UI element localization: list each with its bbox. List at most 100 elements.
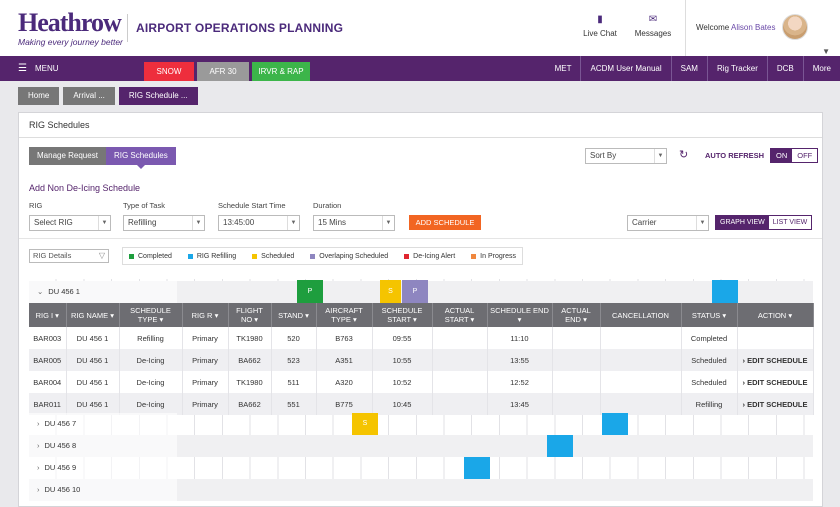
breadcrumb-home[interactable]: Home [18, 87, 60, 105]
user-menu[interactable]: Welcome Alison Bates ▼ [685, 0, 840, 56]
column-header[interactable]: SCHEDULE START ▾ [372, 303, 433, 327]
panel-title: RIG Schedules [19, 113, 822, 138]
breadcrumb-arrival[interactable]: Arrival ... [63, 87, 115, 105]
list-view-button[interactable]: LIST VIEW [768, 216, 812, 229]
scheduled-block[interactable]: S [352, 413, 378, 435]
completed-block[interactable]: P [297, 280, 323, 303]
column-header[interactable]: ACTION ▾ [737, 303, 814, 327]
cell-sched-start: 10:52 [372, 371, 433, 393]
table-row[interactable]: BAR003 DU 456 1 Refilling Primary TK1980… [29, 327, 814, 349]
alert-tab-irvr[interactable]: IRVR & RAP [252, 62, 310, 81]
nav-link-dcb[interactable]: DCB [766, 56, 803, 81]
sort-arrow-icon[interactable]: ▾ [351, 315, 357, 324]
nav-link-acdm-manual[interactable]: ACDM User Manual [580, 56, 670, 81]
duration-select[interactable]: 15 Mins ▼ [313, 215, 395, 231]
live-chat-button[interactable]: ▮ Live Chat [575, 14, 625, 38]
envelope-icon: ✉ [648, 14, 658, 25]
nav-link-more[interactable]: More [802, 56, 840, 81]
toggle-on[interactable]: ON [771, 149, 793, 162]
sort-arrow-icon[interactable]: ▾ [518, 315, 522, 324]
rig-details-filter[interactable]: RIG Details ▽ [29, 249, 109, 263]
rig-group-row[interactable]: › DU 456 8 [29, 435, 813, 457]
column-header[interactable]: ACTUAL START ▾ [432, 303, 488, 327]
rig-group-row[interactable]: › DU 456 9 [29, 457, 813, 479]
view-toggle: GRAPH VIEW LIST VIEW [715, 215, 813, 230]
menu-button[interactable]: ☰ MENU [18, 56, 59, 81]
task-select[interactable]: Refilling ▼ [123, 215, 205, 231]
scheduled-block[interactable]: S [380, 280, 401, 303]
refilling-block[interactable] [547, 435, 573, 457]
column-header[interactable]: SCHEDULE TYPE ▾ [119, 303, 183, 327]
column-header[interactable]: SCHEDULE END ▾ [487, 303, 553, 327]
column-header[interactable]: RIG I ▾ [29, 303, 67, 327]
chevron-right-icon: › [37, 485, 40, 494]
refilling-block[interactable] [712, 280, 738, 303]
rig-details-label: RIG Details [33, 251, 72, 260]
live-chat-label: Live Chat [583, 29, 617, 38]
rig-group-label[interactable]: › DU 456 8 [29, 435, 177, 457]
column-header[interactable]: CANCELLATION [600, 303, 682, 327]
sort-arrow-icon[interactable]: ▾ [212, 311, 219, 320]
refilling-block[interactable] [602, 413, 628, 435]
edit-schedule-link[interactable]: › EDIT SCHEDULE [737, 393, 814, 415]
toggle-off[interactable]: OFF [792, 149, 818, 162]
rig-group-label[interactable]: › DU 456 10 [29, 479, 177, 501]
rig-group-name: DU 456 10 [44, 485, 81, 494]
auto-refresh-toggle[interactable]: ON OFF [770, 148, 819, 163]
tab-manage-request[interactable]: Manage Request [29, 147, 106, 165]
rig-group-label[interactable]: › DU 456 7 [29, 413, 177, 435]
alert-tab-afr[interactable]: AFR 30 [197, 62, 249, 81]
cell-type: Refilling [119, 327, 183, 349]
sort-arrow-icon[interactable]: ▾ [411, 315, 417, 324]
breadcrumb-rig-schedule[interactable]: RIG Schedule ... [118, 87, 198, 105]
sort-arrow-icon[interactable]: ▾ [720, 311, 726, 320]
heathrow-logo[interactable]: Heathrow [18, 8, 122, 38]
column-header[interactable]: RIG NAME ▾ [66, 303, 120, 327]
cell-actual-start [432, 349, 488, 371]
add-schedule-button[interactable]: ADD SCHEDULE [409, 215, 481, 230]
chevron-down-icon: ▼ [654, 149, 666, 163]
edit-schedule-link[interactable]: › EDIT SCHEDULE [737, 349, 814, 371]
messages-button[interactable]: ✉ Messages [628, 14, 678, 38]
sort-arrow-icon[interactable]: ▾ [786, 311, 792, 320]
column-header[interactable]: AIRCRAFT TYPE ▾ [316, 303, 373, 327]
carrier-select[interactable]: Carrier ▼ [627, 215, 709, 231]
column-header[interactable]: FLIGHT NO ▾ [228, 303, 272, 327]
nav-link-sam[interactable]: SAM [670, 56, 707, 81]
sort-arrow-icon[interactable]: ▾ [252, 315, 258, 324]
sort-arrow-icon[interactable]: ▾ [581, 315, 587, 324]
nav-link-rig-tracker[interactable]: Rig Tracker [706, 56, 767, 81]
overlapping-block[interactable]: P [402, 280, 428, 303]
chevron-right-icon: › [37, 463, 40, 472]
rig-group-label[interactable]: ⌄ DU 456 1 [29, 281, 177, 303]
rig-group-row[interactable]: › DU 456 10 [29, 479, 813, 501]
alert-tab-snow[interactable]: SNOW [144, 62, 194, 81]
start-time-label: Schedule Start Time [218, 201, 286, 210]
table-row[interactable]: BAR011 DU 456 1 De-Icing Primary BA662 5… [29, 393, 814, 415]
rig-select[interactable]: Select RIG ▼ [29, 215, 111, 231]
column-header[interactable]: RIG R ▾ [182, 303, 229, 327]
column-header[interactable]: STATUS ▾ [681, 303, 738, 327]
column-header[interactable]: STAND ▾ [271, 303, 317, 327]
edit-schedule-link[interactable]: › EDIT SCHEDULE [737, 371, 814, 393]
table-row[interactable]: BAR004 DU 456 1 De-Icing Primary TK1980 … [29, 371, 814, 393]
start-time-select[interactable]: 13:45:00 ▼ [218, 215, 300, 231]
refresh-icon[interactable]: ↻ [679, 149, 691, 161]
refilling-block[interactable] [464, 457, 490, 479]
sort-arrow-icon[interactable]: ▾ [303, 311, 309, 320]
sort-arrow-icon[interactable]: ▾ [53, 311, 59, 320]
table-row[interactable]: BAR005 DU 456 1 De-Icing Primary BA662 5… [29, 349, 814, 371]
cell-stand: 520 [271, 327, 317, 349]
graph-view-button[interactable]: GRAPH VIEW [716, 216, 769, 229]
nav-link-met[interactable]: MET [546, 56, 581, 81]
avatar[interactable] [782, 14, 808, 40]
sort-arrow-icon[interactable]: ▾ [157, 315, 163, 324]
sort-arrow-icon[interactable]: ▾ [468, 315, 475, 324]
rig-group-row[interactable]: › DU 456 7 [29, 413, 813, 435]
sort-arrow-icon[interactable]: ▾ [108, 311, 114, 320]
rig-group-label[interactable]: › DU 456 9 [29, 457, 177, 479]
tab-rig-schedules[interactable]: RIG Schedules [105, 147, 176, 169]
sort-by-select[interactable]: Sort By ▼ [585, 148, 667, 164]
rig-group-name: DU 456 9 [44, 463, 77, 472]
column-header[interactable]: ACTUAL END ▾ [552, 303, 601, 327]
